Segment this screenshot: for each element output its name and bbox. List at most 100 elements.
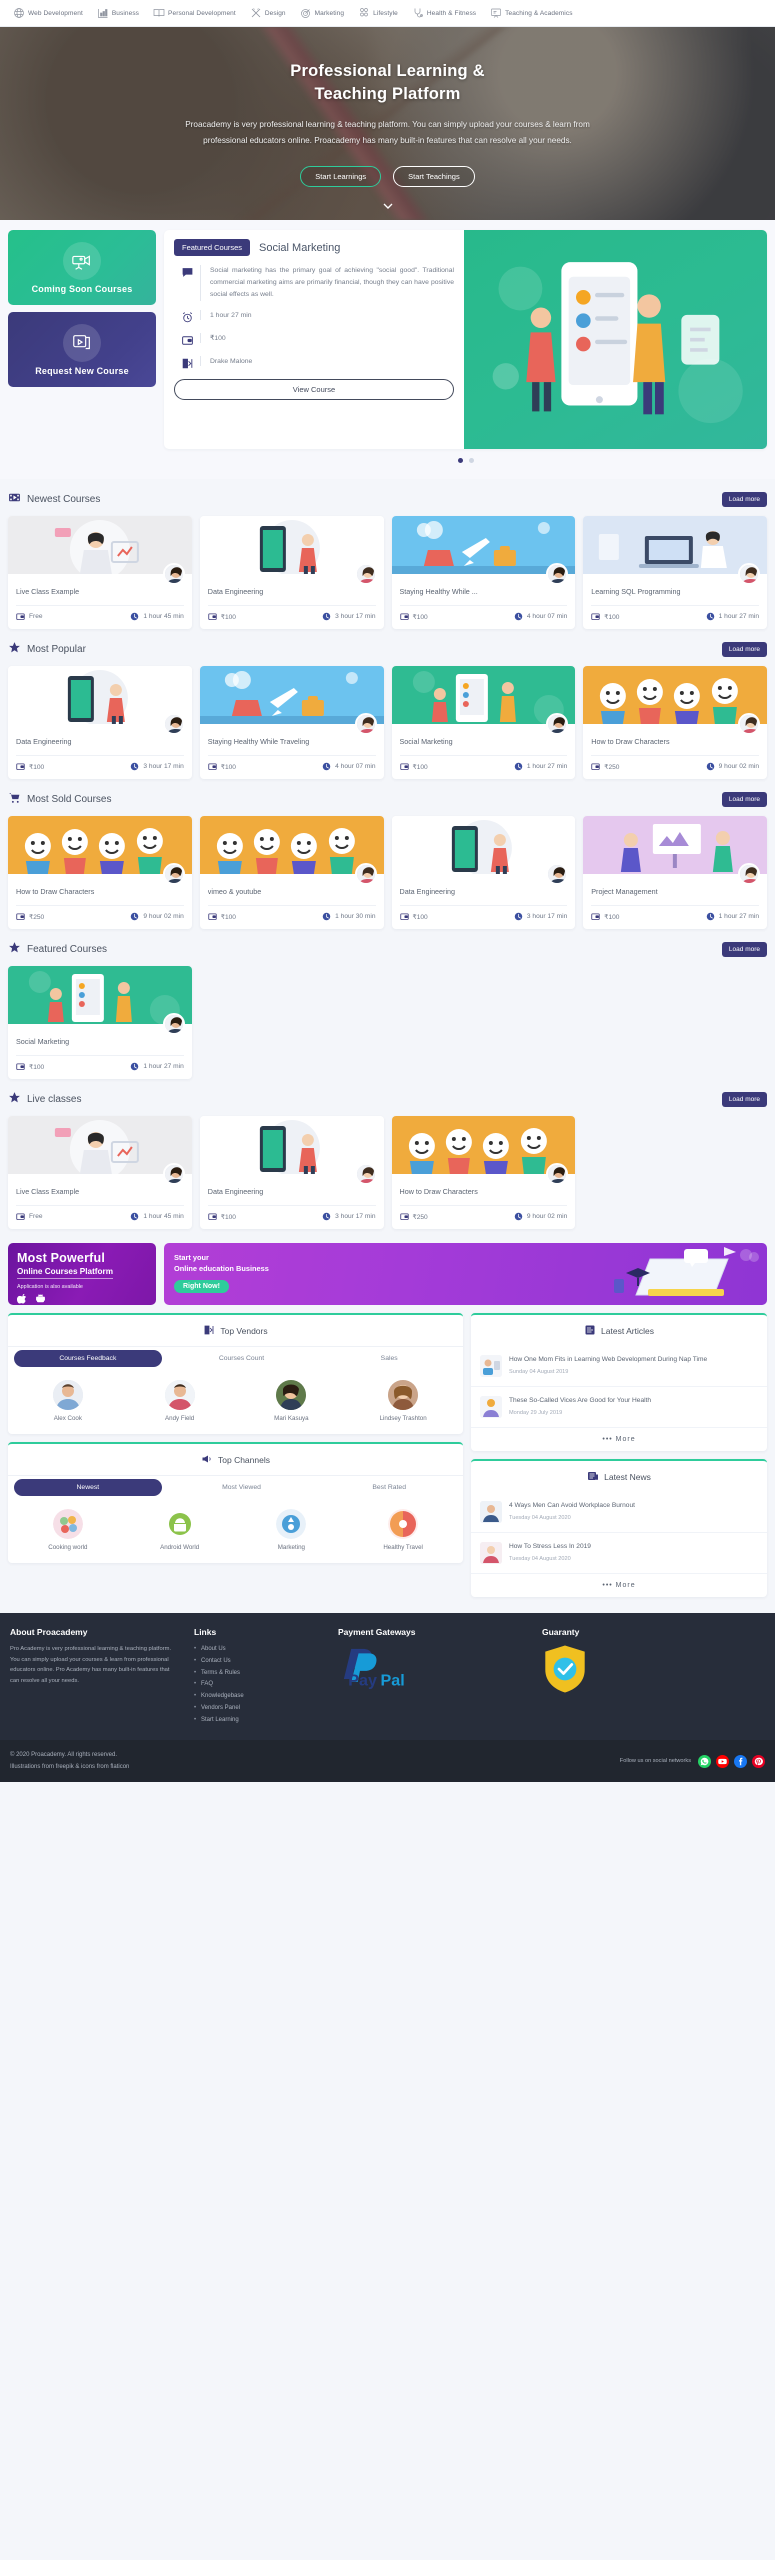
nav-item-design[interactable]: Design bbox=[245, 7, 291, 19]
course-card[interactable]: Project Management ₹100 1 hour 27 min bbox=[583, 816, 767, 930]
course-thumbnail bbox=[199, 1116, 384, 1186]
course-card[interactable]: Data Engineering ₹100 3 hour 17 min bbox=[199, 516, 384, 630]
course-card[interactable]: Live Class Example Free 1 hour 45 min bbox=[8, 1116, 192, 1230]
facebook-icon[interactable] bbox=[734, 1754, 747, 1768]
course-card[interactable]: How to Draw Characters ₹250 9 hour 02 mi… bbox=[583, 666, 767, 780]
news-thumbnail bbox=[480, 1542, 502, 1565]
list-item[interactable]: Android World bbox=[124, 1509, 236, 1551]
list-item[interactable]: How One Mom Fits in Learning Web Develop… bbox=[471, 1346, 767, 1388]
nav-item-teaching-academics[interactable]: Teaching & Academics bbox=[485, 7, 577, 19]
pinterest-icon[interactable] bbox=[752, 1754, 765, 1768]
clock-icon bbox=[706, 612, 715, 621]
top-vendors-tabs: Courses Feedback Courses Count Sales bbox=[8, 1346, 463, 1370]
course-name: Data Engineering bbox=[207, 1187, 264, 1197]
clock-icon bbox=[514, 1212, 523, 1221]
promo-business-banner[interactable]: Start your Online education Business Rig… bbox=[164, 1243, 767, 1306]
course-card[interactable]: Staying Healthy While ... ₹100 4 hour 07… bbox=[391, 516, 576, 630]
course-card[interactable]: Social Marketing ₹100 1 hour 27 min bbox=[8, 966, 192, 1080]
promo-app-banner[interactable]: Most Powerful Online Courses Platform Ap… bbox=[8, 1243, 156, 1306]
load-more-button[interactable]: Load more bbox=[721, 491, 767, 507]
tab-courses-count[interactable]: Courses Count bbox=[168, 1348, 316, 1369]
course-card[interactable]: Live Class Example Free 1 hour 45 min bbox=[8, 516, 192, 630]
course-name: Data Engineering bbox=[399, 887, 456, 897]
megaphone-icon bbox=[201, 1453, 213, 1467]
list-item[interactable]: Andy Field bbox=[124, 1380, 236, 1422]
footer-link[interactable]: About Us bbox=[194, 1644, 324, 1656]
course-price: ₹100 bbox=[220, 763, 236, 771]
start-teaching-button[interactable]: Start Teachings bbox=[393, 165, 475, 187]
wallet-icon bbox=[16, 612, 25, 621]
section-featured-courses: Featured Courses Load more Social Market… bbox=[0, 929, 775, 1080]
course-card[interactable]: How to Draw Characters ₹250 9 hour 02 mi… bbox=[391, 1116, 576, 1230]
section-most-sold-courses: Most Sold Courses Load more How to Draw … bbox=[0, 779, 775, 930]
load-more-button[interactable]: Load more bbox=[721, 641, 767, 657]
nav-item-personal-development[interactable]: Personal Development bbox=[148, 7, 241, 19]
list-item[interactable]: Marketing bbox=[236, 1509, 348, 1551]
avatar bbox=[388, 1380, 419, 1411]
carousel-dot-1[interactable] bbox=[457, 458, 463, 464]
load-more-button[interactable]: Load more bbox=[721, 1091, 767, 1107]
course-grid: Data Engineering ₹100 3 hour 17 min Stay… bbox=[8, 666, 767, 780]
request-new-course-tile[interactable]: Request New Course bbox=[8, 312, 156, 387]
channel-logo-healthy-travel bbox=[388, 1509, 419, 1540]
youtube-icon[interactable] bbox=[716, 1754, 729, 1768]
tab-most-viewed[interactable]: Most Viewed bbox=[168, 1477, 316, 1498]
course-name: Data Engineering bbox=[16, 737, 72, 747]
whatsapp-icon[interactable] bbox=[698, 1754, 711, 1768]
coming-soon-courses-tile[interactable]: Coming Soon Courses bbox=[8, 230, 156, 305]
right-now-button[interactable]: Right Now! bbox=[174, 1279, 229, 1293]
course-price: ₹100 bbox=[220, 1213, 236, 1221]
nav-item-web-development[interactable]: Web Development bbox=[8, 7, 88, 19]
course-duration: 1 hour 27 min bbox=[143, 1063, 184, 1071]
nav-item-lifestyle[interactable]: Lifestyle bbox=[353, 7, 403, 19]
carousel-dot-2[interactable] bbox=[468, 458, 474, 464]
tab-newest[interactable]: Newest bbox=[14, 1479, 162, 1497]
list-item[interactable]: How To Stress Less In 2019 Tuesday 04 Au… bbox=[471, 1533, 767, 1575]
tab-featured-courses[interactable]: Featured Courses bbox=[174, 239, 251, 256]
list-item[interactable]: Mari Kasuya bbox=[236, 1380, 348, 1422]
nav-item-health-fitness[interactable]: Health & Fitness bbox=[407, 7, 481, 19]
footer-link[interactable]: Contact Us bbox=[194, 1656, 324, 1668]
view-course-button[interactable]: View Course bbox=[174, 378, 454, 400]
featured-course-card: Featured Courses Social Marketing Social… bbox=[164, 230, 767, 450]
list-item[interactable]: Cooking world bbox=[12, 1509, 124, 1551]
tab-courses-feedback[interactable]: Courses Feedback bbox=[14, 1350, 162, 1368]
course-card[interactable]: Data Engineering ₹100 3 hour 17 min bbox=[8, 666, 192, 780]
footer-link[interactable]: FAQ bbox=[194, 1679, 324, 1691]
course-card[interactable]: Data Engineering ₹100 3 hour 17 min bbox=[199, 1116, 384, 1230]
footer-link[interactable]: Vendors Panel bbox=[194, 1703, 324, 1715]
featured-course-panel: Featured Courses Social Marketing Social… bbox=[164, 230, 767, 464]
footer-link[interactable]: Start Learning bbox=[194, 1715, 324, 1727]
footer-link[interactable]: Knowledgebase bbox=[194, 1691, 324, 1703]
section-title: Newest Courses bbox=[27, 493, 101, 505]
article-date: Sunday 04 August 2019 bbox=[509, 1368, 569, 1375]
list-item[interactable]: 4 Ways Men Can Avoid Workplace Burnout T… bbox=[471, 1492, 767, 1534]
tab-best-rated[interactable]: Best Rated bbox=[315, 1477, 463, 1498]
course-card[interactable]: Staying Healthy While Traveling ₹100 4 h… bbox=[199, 666, 384, 780]
nav-item-marketing[interactable]: Marketing bbox=[295, 7, 349, 19]
course-card[interactable]: Learning SQL Programming ₹100 1 hour 27 … bbox=[583, 516, 767, 630]
course-card[interactable]: vimeo & youtube ₹100 1 hour 30 min bbox=[199, 816, 384, 930]
list-item[interactable]: Alex Cook bbox=[12, 1380, 124, 1422]
course-card[interactable]: Social Marketing ₹100 1 hour 27 min bbox=[391, 666, 576, 780]
list-item[interactable]: Lindsey Trashton bbox=[347, 1380, 459, 1422]
list-item[interactable]: These So-Called Vices Are Good for Your … bbox=[471, 1387, 767, 1429]
course-card[interactable]: How to Draw Characters ₹250 9 hour 02 mi… bbox=[8, 816, 192, 930]
list-item[interactable]: Healthy Travel bbox=[347, 1509, 459, 1551]
chevron-down-icon[interactable] bbox=[380, 198, 396, 214]
load-more-button[interactable]: Load more bbox=[721, 941, 767, 957]
footer-link[interactable]: Terms & Rules bbox=[194, 1668, 324, 1680]
course-card[interactable]: Data Engineering ₹100 3 hour 17 min bbox=[391, 816, 576, 930]
wallet-icon bbox=[208, 612, 217, 621]
course-thumbnail bbox=[583, 516, 767, 586]
course-thumbnail bbox=[391, 666, 576, 736]
article-title: How One Mom Fits in Learning Web Develop… bbox=[509, 1356, 708, 1364]
tab-sales[interactable]: Sales bbox=[315, 1348, 463, 1369]
articles-more-button[interactable]: ••• More bbox=[471, 1428, 767, 1451]
load-more-button[interactable]: Load more bbox=[721, 791, 767, 807]
nav-item-business[interactable]: Business bbox=[92, 7, 144, 19]
wallet-icon bbox=[591, 912, 600, 921]
news-more-button[interactable]: ••• More bbox=[471, 1574, 767, 1597]
start-learning-button[interactable]: Start Learnings bbox=[300, 165, 382, 187]
avatar bbox=[164, 1380, 195, 1411]
